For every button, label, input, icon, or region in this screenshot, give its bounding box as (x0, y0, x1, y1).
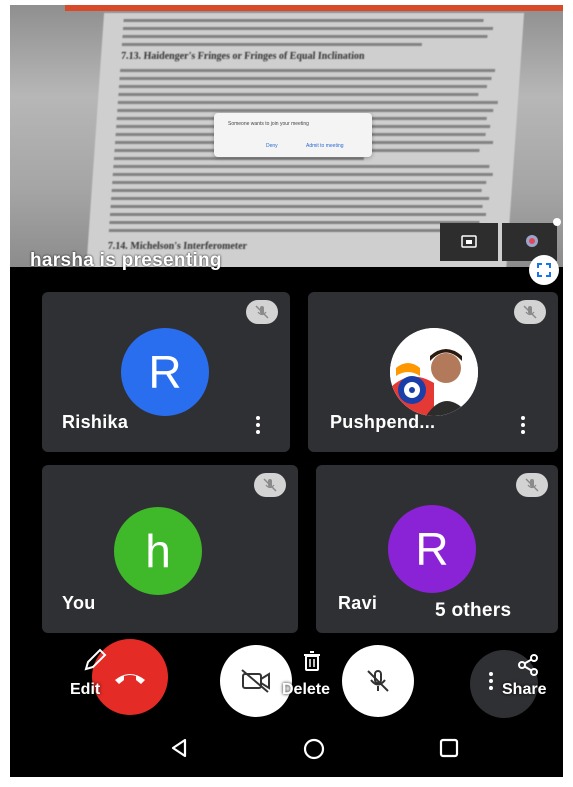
mic-off-icon (246, 300, 278, 324)
presentation-icon (461, 235, 477, 248)
mic-off-icon (254, 473, 286, 497)
back-button[interactable] (168, 737, 190, 759)
edit-label[interactable]: Edit (70, 681, 100, 699)
admit-button[interactable]: Admit to meeting (306, 143, 344, 149)
avatar: h (114, 507, 202, 595)
share-icon[interactable] (516, 653, 540, 677)
back-icon (171, 738, 187, 758)
delete-label[interactable]: Delete (282, 681, 330, 699)
home-button[interactable] (302, 737, 326, 761)
participant-name: Ravi (338, 593, 378, 613)
fullscreen-button[interactable] (529, 255, 559, 285)
mic-off-icon (516, 473, 548, 497)
more-options-icon[interactable] (255, 416, 261, 434)
shared-heading-1: 7.13. Haidenger's Fringes or Fringes of … (120, 51, 365, 62)
more-options-icon[interactable] (520, 416, 526, 434)
participant-tile-pushpend[interactable]: Pushpend... (308, 292, 558, 452)
share-label[interactable]: Share (502, 681, 546, 699)
more-icon (488, 672, 494, 690)
home-icon (303, 738, 325, 760)
pencil-icon[interactable] (82, 647, 108, 673)
meeting-screen: 7.13. Haidenger's Fringes or Fringes of … (10, 5, 563, 777)
avatar: R (121, 328, 209, 416)
recents-button[interactable] (438, 737, 460, 759)
indicator-dot (553, 218, 561, 226)
shared-screen: 7.13. Haidenger's Fringes or Fringes of … (10, 5, 563, 267)
trash-icon[interactable] (302, 650, 322, 672)
fullscreen-icon (537, 263, 551, 277)
recents-icon (439, 738, 459, 758)
mic-off-icon (514, 300, 546, 324)
join-request-dialog: Someone wants to join your meeting Deny … (214, 113, 372, 157)
end-call-icon (115, 674, 145, 684)
avatar: R (388, 505, 476, 593)
deny-button[interactable]: Deny (266, 143, 278, 149)
participant-tile-rishika[interactable]: R Rishika (42, 292, 290, 452)
presenting-banner: harsha is presenting (30, 250, 222, 271)
mic-toggle-button[interactable] (342, 645, 414, 717)
profile-photo (390, 328, 478, 416)
camera-off-icon (241, 669, 270, 693)
participant-name: Pushpend... (330, 412, 436, 432)
join-request-message: Someone wants to join your meeting (228, 121, 309, 127)
participant-name: You (62, 593, 96, 613)
others-count[interactable]: 5 others (435, 600, 511, 622)
participant-name: Rishika (62, 412, 129, 432)
participant-tile-you[interactable]: h You (42, 465, 298, 633)
mic-off-icon (367, 670, 389, 692)
pip-presentation-tile[interactable] (440, 223, 498, 261)
status-bar (65, 5, 563, 11)
system-navigation-bar (10, 725, 563, 777)
